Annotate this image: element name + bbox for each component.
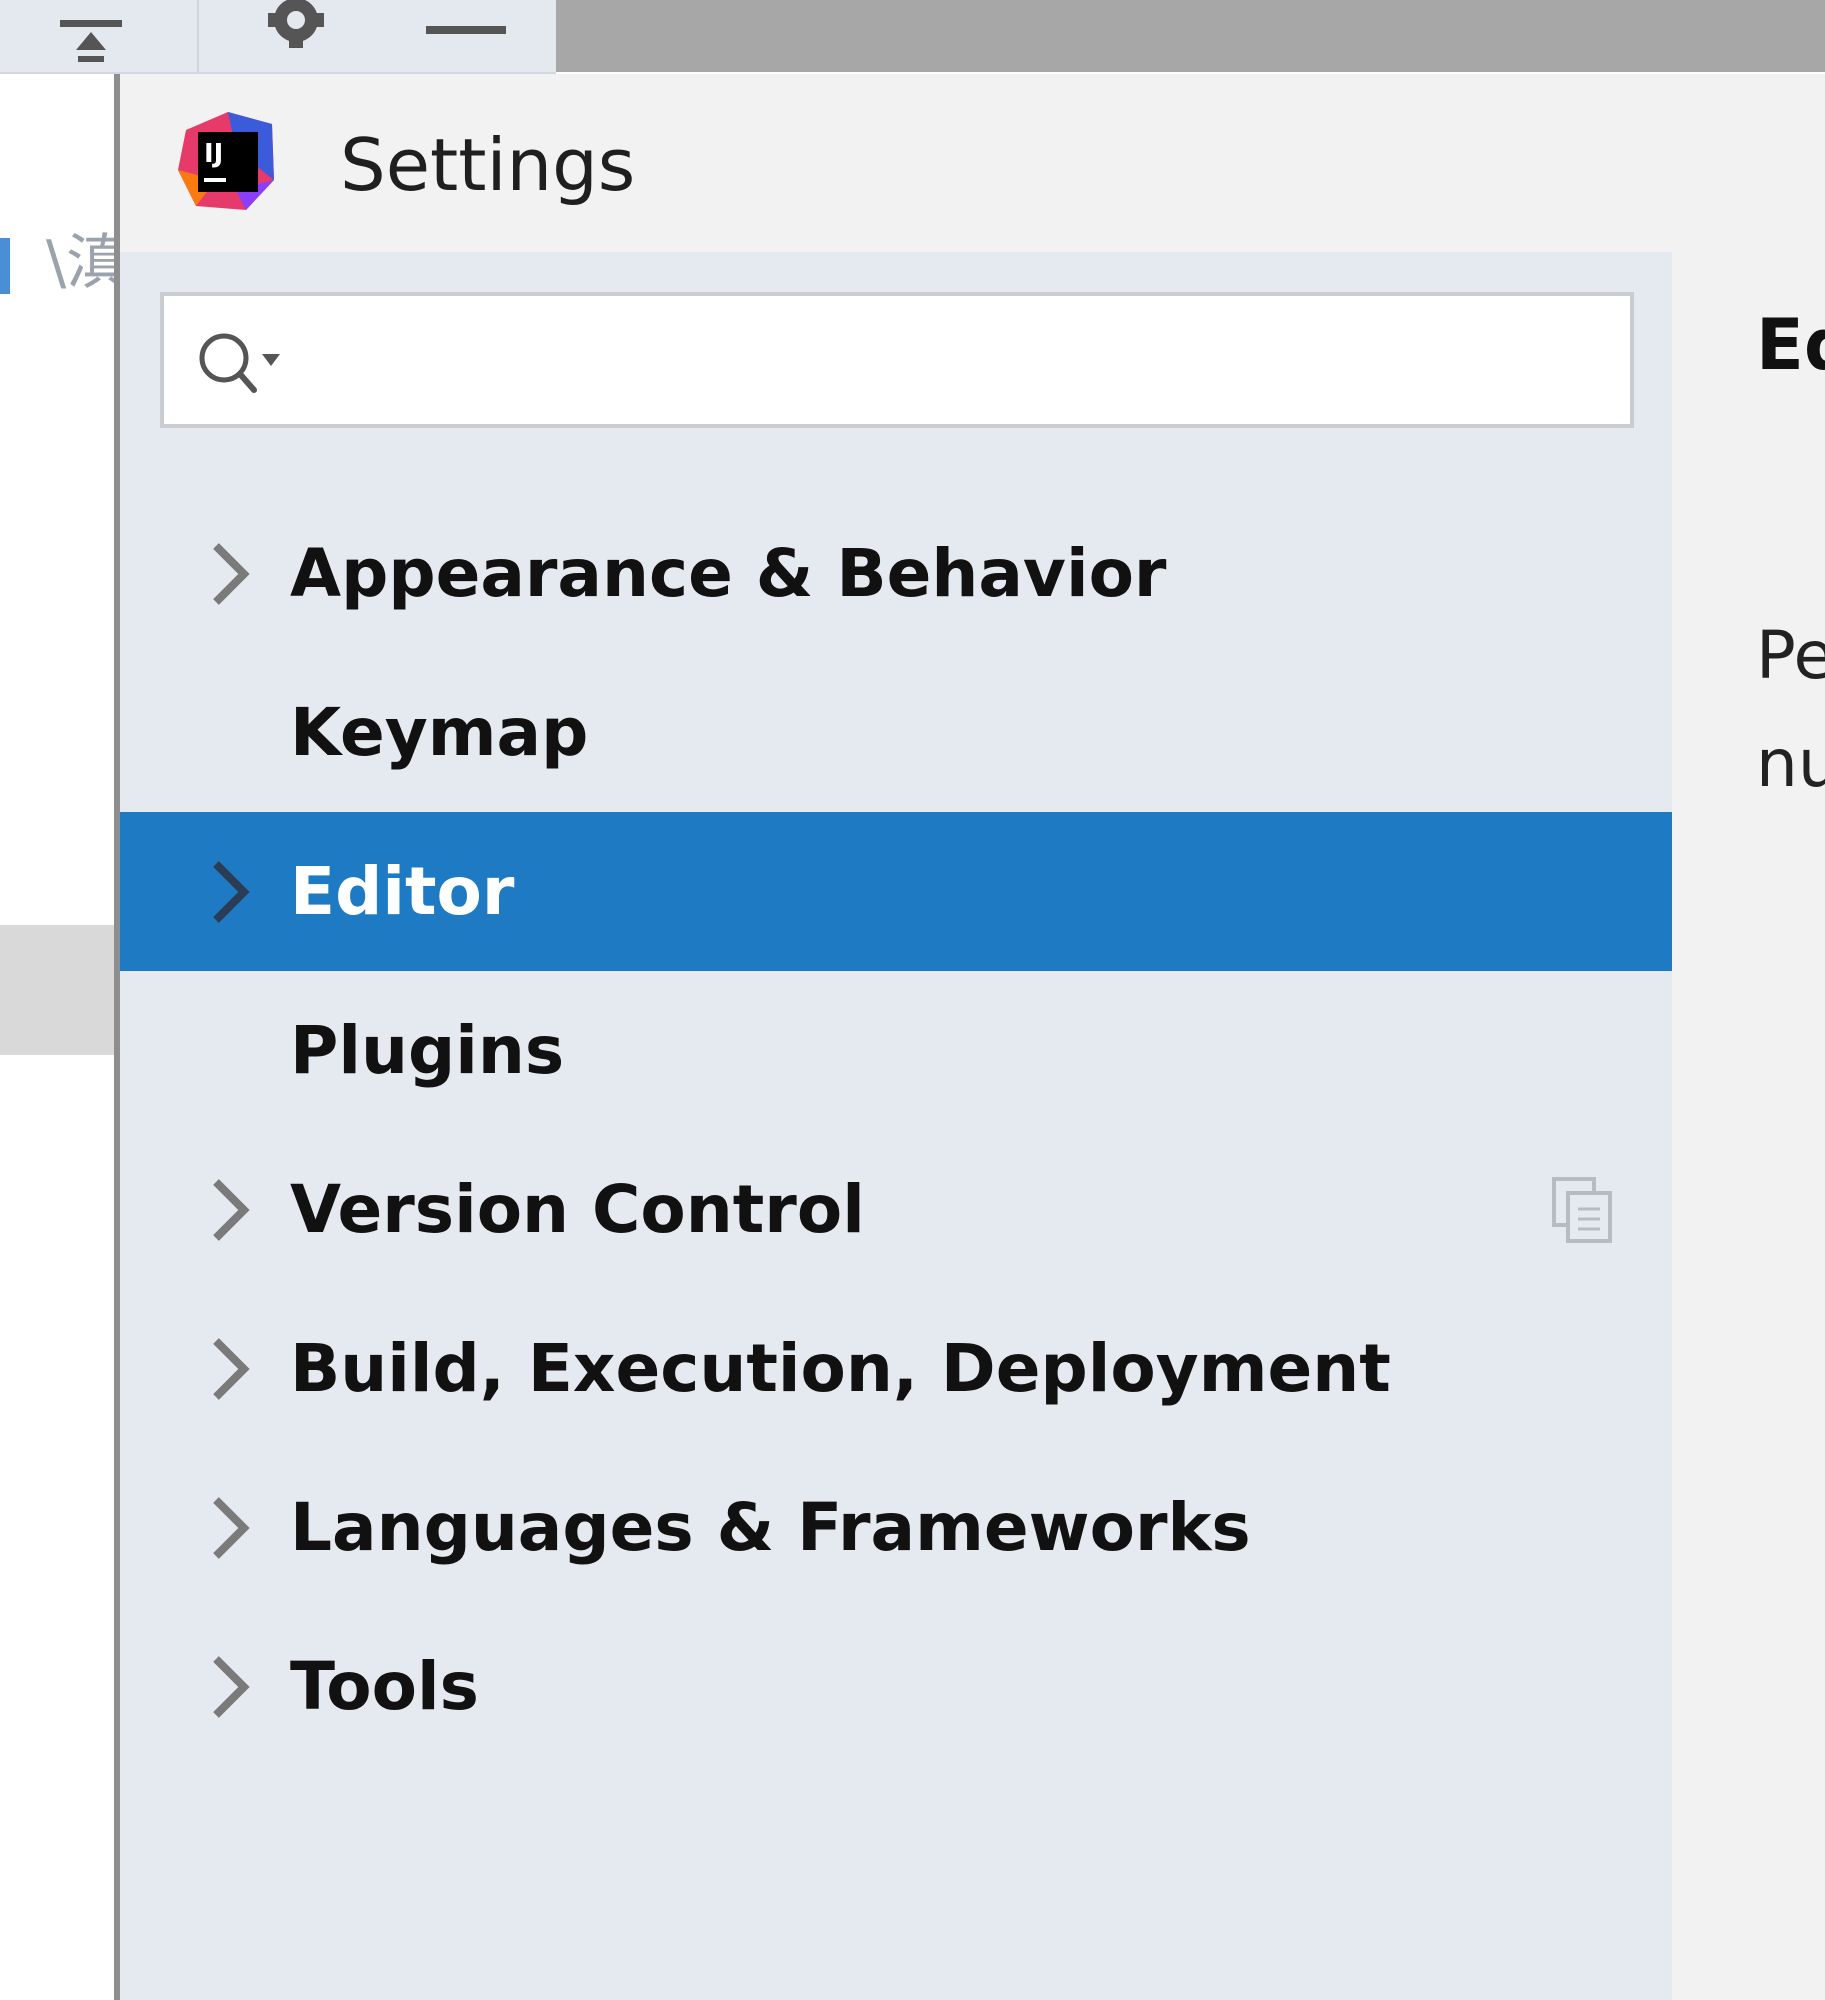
tree-item-build-execution-deployment[interactable]: Build, Execution, Deployment bbox=[120, 1289, 1672, 1448]
tree-item-label: Plugins bbox=[290, 1012, 565, 1089]
settings-content-pane: Ed Pe nu bbox=[1672, 252, 1825, 2000]
tree-item-label: Version Control bbox=[290, 1171, 865, 1248]
search-icon[interactable] bbox=[192, 324, 302, 404]
search-field[interactable] bbox=[160, 292, 1634, 428]
dialog-titlebar: IJ Settings bbox=[120, 74, 1825, 252]
settings-tree: Appearance & Behavior Keymap Editor Plug… bbox=[120, 494, 1672, 1766]
search-input[interactable] bbox=[314, 306, 1618, 416]
background-panel-label: \滇 bbox=[46, 228, 118, 294]
settings-dialog: IJ Settings Appearance & Behavior Keymap bbox=[114, 74, 1825, 2000]
chevron-right-icon[interactable] bbox=[200, 1170, 260, 1250]
tree-item-tools[interactable]: Tools bbox=[120, 1607, 1672, 1766]
chevron-right-icon[interactable] bbox=[200, 1329, 260, 1409]
tree-item-appearance-behavior[interactable]: Appearance & Behavior bbox=[120, 494, 1672, 653]
minimize-icon[interactable] bbox=[420, 0, 512, 72]
content-description-line: Pe bbox=[1756, 617, 1825, 694]
toolbar-separator bbox=[197, 0, 199, 72]
chevron-right-icon[interactable] bbox=[200, 534, 260, 614]
svg-text:IJ: IJ bbox=[204, 139, 223, 169]
background-toolbar-tools bbox=[0, 0, 556, 74]
gear-icon[interactable] bbox=[250, 0, 342, 72]
background-panel-marker bbox=[0, 238, 10, 294]
chevron-right-icon[interactable] bbox=[200, 1647, 260, 1727]
content-heading: Ed bbox=[1756, 304, 1825, 386]
tree-item-label: Build, Execution, Deployment bbox=[290, 1330, 1391, 1407]
tree-item-plugins[interactable]: Plugins bbox=[120, 971, 1672, 1130]
chevron-right-icon[interactable] bbox=[200, 852, 260, 932]
tree-item-editor[interactable]: Editor bbox=[120, 812, 1672, 971]
content-description-line: nu bbox=[1756, 725, 1825, 802]
copy-project-settings-icon bbox=[1552, 1176, 1612, 1243]
tree-item-label: Tools bbox=[290, 1648, 479, 1725]
tree-item-label: Appearance & Behavior bbox=[290, 535, 1167, 612]
background-panel-text: \滇 bbox=[0, 214, 118, 294]
tree-item-label: Keymap bbox=[290, 694, 589, 771]
background-panel-highlight bbox=[0, 925, 118, 1055]
dialog-title: Settings bbox=[340, 123, 636, 207]
chevron-right-icon[interactable] bbox=[200, 1488, 260, 1568]
intellij-idea-logo: IJ bbox=[178, 112, 274, 210]
content-description: Pe nu bbox=[1756, 602, 1825, 818]
tree-item-keymap[interactable]: Keymap bbox=[120, 653, 1672, 812]
settings-sidebar: Appearance & Behavior Keymap Editor Plug… bbox=[120, 252, 1672, 2000]
tree-item-version-control[interactable]: Version Control bbox=[120, 1130, 1672, 1289]
tree-item-languages-frameworks[interactable]: Languages & Frameworks bbox=[120, 1448, 1672, 1607]
tree-item-label: Editor bbox=[290, 853, 515, 930]
collapse-all-icon[interactable] bbox=[45, 0, 137, 72]
tree-item-label: Languages & Frameworks bbox=[290, 1489, 1251, 1566]
